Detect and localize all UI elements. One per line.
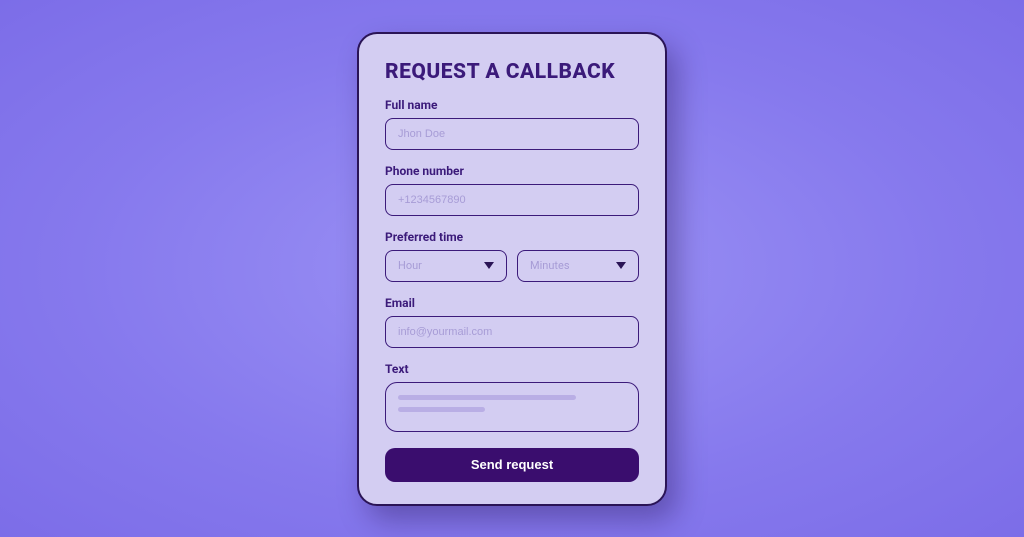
full-name-label: Full name [385,98,639,112]
text-label: Text [385,362,639,376]
email-input[interactable] [385,316,639,348]
caret-down-icon [484,262,494,269]
minutes-select-text: Minutes [530,259,570,272]
email-group: Email [385,296,639,348]
hour-select[interactable]: Hour [385,250,507,282]
email-label: Email [385,296,639,310]
form-title: REQUEST A CALLBACK [385,60,639,84]
placeholder-line [398,395,576,400]
text-group: Text [385,362,639,432]
hour-select-text: Hour [398,259,422,272]
time-select-row: Hour Minutes [385,250,639,282]
phone-input[interactable] [385,184,639,216]
full-name-input[interactable] [385,118,639,150]
placeholder-line [398,407,485,412]
callback-form-card: REQUEST A CALLBACK Full name Phone numbe… [357,32,667,506]
preferred-time-label: Preferred time [385,230,639,244]
full-name-group: Full name [385,98,639,150]
send-request-button[interactable]: Send request [385,448,639,482]
phone-group: Phone number [385,164,639,216]
preferred-time-group: Preferred time Hour Minutes [385,230,639,282]
caret-down-icon [616,262,626,269]
phone-label: Phone number [385,164,639,178]
text-textarea[interactable] [385,382,639,432]
minutes-select[interactable]: Minutes [517,250,639,282]
